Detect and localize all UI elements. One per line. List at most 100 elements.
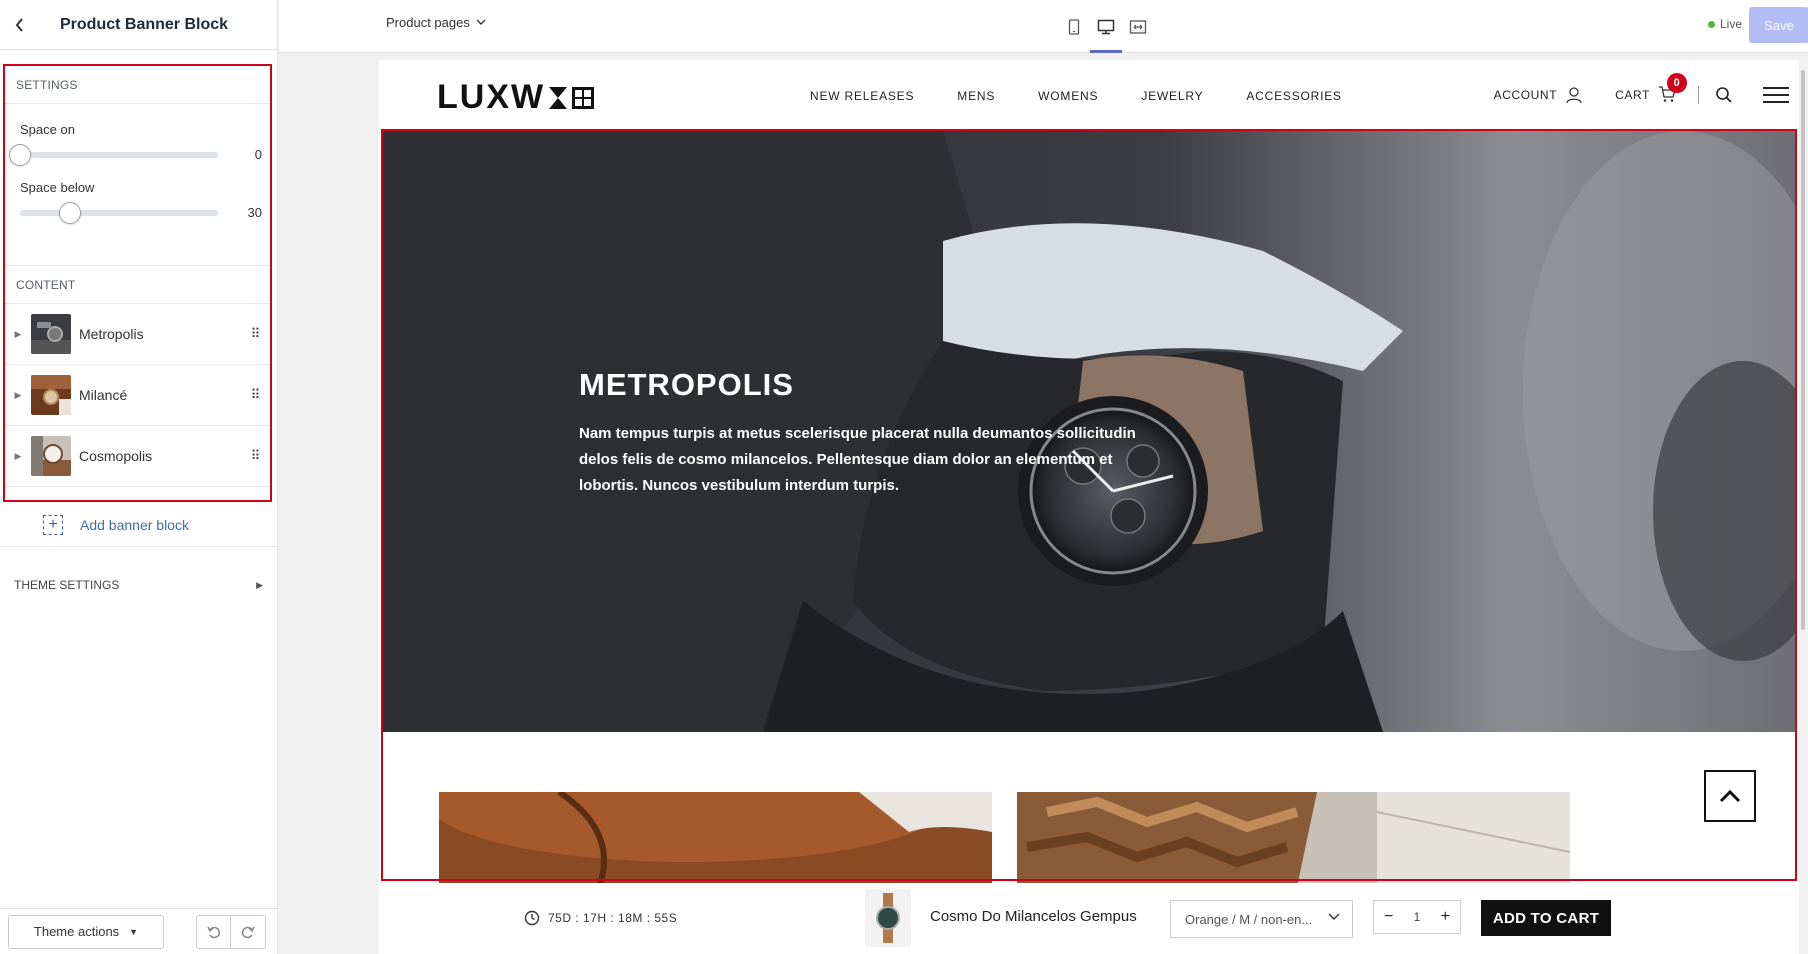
page-type-label: Product pages: [386, 15, 470, 30]
search-icon: [1716, 87, 1732, 103]
add-block-icon: +: [43, 514, 63, 535]
theme-actions-label: Theme actions: [33, 924, 120, 939]
undo-icon: [206, 926, 220, 938]
sticky-add-to-cart-bar: 75D : 17H : 18M : 55S Cosmo Do Milancelo…: [379, 883, 1799, 954]
banner-tile-cosmopolis[interactable]: [1017, 792, 1570, 887]
banner-tile-milance[interactable]: [439, 792, 992, 887]
account-link[interactable]: ACCOUNT: [1494, 86, 1584, 104]
hero-text: METROPOLIS Nam tempus turpis at metus sc…: [579, 367, 1149, 499]
drag-handle-icon[interactable]: ⠿: [240, 387, 270, 403]
nav-womens[interactable]: WOMENS: [1038, 89, 1098, 103]
space-below-slider-thumb[interactable]: [58, 201, 81, 224]
cart-icon-wrap: 0: [1658, 72, 1687, 106]
settings-body: Space on 0 Space below 30: [5, 104, 270, 266]
banner-tiles: [439, 792, 1739, 892]
editor-sidebar: Product Banner Block SETTINGS Space on 0…: [0, 0, 278, 954]
countdown-timer: 75D : 17H : 18M : 55S: [524, 910, 677, 926]
hero-description: Nam tempus turpis at metus scelerisque p…: [579, 425, 1136, 494]
expand-caret-icon[interactable]: ▶: [5, 451, 31, 462]
mobile-view-button[interactable]: [1058, 0, 1090, 53]
cart-count-badge: 0: [1667, 72, 1687, 93]
add-to-cart-button[interactable]: ADD TO CART: [1481, 900, 1611, 936]
theme-actions-button[interactable]: Theme actions ▼: [8, 914, 164, 949]
back-button[interactable]: [2, 0, 38, 50]
main-nav: NEW RELEASES MENS WOMENS JEWELRY ACCESSO…: [810, 89, 1385, 103]
cosmopolis-image: [1017, 792, 1570, 887]
milance-image: [439, 792, 992, 887]
device-toggle: [1058, 0, 1154, 53]
user-icon: [1566, 87, 1582, 104]
nav-accessories[interactable]: ACCESSORIES: [1246, 89, 1342, 103]
menu-button[interactable]: [1763, 86, 1789, 104]
quantity-stepper[interactable]: − 1 +: [1373, 900, 1461, 934]
editor-topbar: Product pages Live Save: [279, 0, 1808, 53]
chevron-down-icon: [1328, 913, 1340, 920]
decrement-button[interactable]: −: [1384, 908, 1393, 926]
nav-jewelry[interactable]: JEWELRY: [1141, 89, 1203, 103]
variant-select[interactable]: Orange / M / non-en...: [1170, 900, 1353, 938]
milance-thumbnail: [31, 375, 71, 415]
nav-mens[interactable]: MENS: [957, 89, 995, 103]
undo-redo-group: [196, 914, 266, 949]
store-logo[interactable]: LUXW: [437, 78, 599, 117]
metropolis-thumbnail: [31, 314, 71, 354]
page-type-select[interactable]: Product pages: [386, 15, 486, 30]
space-below-slider-row: 30: [20, 201, 270, 224]
preview-scrollbar-thumb[interactable]: [1801, 70, 1805, 630]
sidebar-footer: Theme actions ▼: [0, 908, 277, 954]
content-item-cosmopolis[interactable]: ▶ Cosmopolis ⠿: [5, 426, 270, 487]
settings-label: SETTINGS: [5, 66, 270, 104]
logo-mark-icon: [547, 85, 599, 111]
redo-button[interactable]: [231, 914, 266, 949]
quantity-value[interactable]: 1: [1414, 910, 1421, 924]
caret-down-icon: ▼: [129, 926, 139, 937]
live-dot-icon: [1708, 20, 1715, 28]
sidebar-title: Product Banner Block: [60, 15, 229, 33]
sticky-product-name: Cosmo Do Milancelos Gempus: [930, 908, 1137, 925]
content-item-label: Milancé: [79, 387, 128, 403]
hero-title: METROPOLIS: [579, 367, 794, 402]
content-item-metropolis[interactable]: ▶ Metropolis ⠿: [5, 304, 270, 365]
back-arrow-icon: [15, 17, 23, 32]
cart-link[interactable]: CART 0: [1615, 72, 1687, 106]
content-item-label: Metropolis: [79, 326, 144, 342]
caret-right-icon: ▶: [256, 579, 263, 590]
content-item-label: Cosmopolis: [79, 448, 153, 464]
logo-text: LUXW: [437, 78, 546, 116]
search-button[interactable]: [1715, 86, 1733, 104]
undo-button[interactable]: [196, 914, 231, 949]
space-on-slider[interactable]: [9, 143, 218, 166]
space-on-slider-thumb[interactable]: [9, 143, 31, 166]
live-label: Live: [1720, 17, 1743, 31]
space-on-label: Space on: [20, 122, 75, 137]
clock-icon: [524, 910, 540, 926]
save-button[interactable]: Save: [1749, 7, 1808, 43]
menu-icon: [1763, 87, 1789, 103]
fullscreen-icon: [1129, 19, 1147, 34]
desktop-icon: [1097, 19, 1115, 34]
theme-settings-section[interactable]: THEME SETTINGS ▶: [0, 564, 277, 606]
store-header: LUXW NEW RELEASES MENS WOMENS JEWELRY AC…: [379, 60, 1799, 130]
countdown-value: 75D : 17H : 18M : 55S: [548, 911, 678, 925]
desktop-view-button[interactable]: [1090, 0, 1122, 53]
space-below-value: 30: [247, 205, 262, 220]
nav-new-releases[interactable]: NEW RELEASES: [810, 89, 914, 103]
content-label: CONTENT: [5, 266, 270, 304]
increment-button[interactable]: +: [1441, 908, 1450, 926]
scroll-to-top-button[interactable]: [1704, 770, 1756, 822]
expand-caret-icon[interactable]: ▶: [5, 390, 31, 401]
chevron-up-icon: [1719, 789, 1741, 803]
space-below-label: Space below: [20, 180, 95, 195]
settings-highlight: SETTINGS Space on 0 Space below 30 CONTE…: [3, 64, 272, 502]
hero-banner[interactable]: METROPOLIS Nam tempus turpis at metus sc…: [383, 131, 1795, 732]
add-banner-block-button[interactable]: + Add banner block: [0, 503, 277, 547]
cosmopolis-thumbnail: [31, 436, 71, 476]
redo-icon: [241, 926, 255, 938]
content-item-milance[interactable]: ▶ Milancé ⠿: [5, 365, 270, 426]
space-below-slider[interactable]: [20, 201, 218, 224]
sticky-product-thumbnail: [865, 889, 911, 947]
drag-handle-icon[interactable]: ⠿: [240, 326, 270, 342]
drag-handle-icon[interactable]: ⠿: [240, 448, 270, 464]
expand-caret-icon[interactable]: ▶: [5, 329, 31, 340]
fullscreen-view-button[interactable]: [1122, 0, 1154, 53]
